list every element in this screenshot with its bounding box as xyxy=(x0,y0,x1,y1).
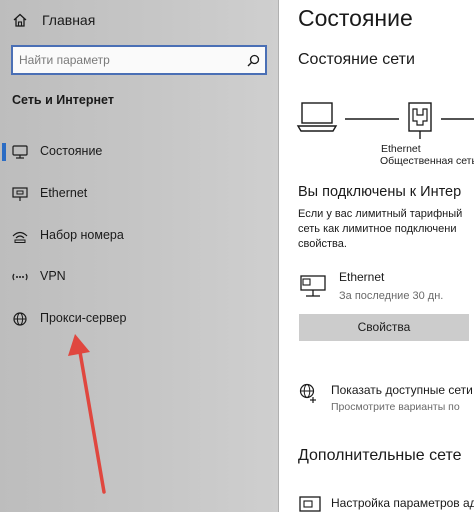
adapter-settings-link[interactable]: Настройка параметров ад xyxy=(331,496,474,510)
search-box xyxy=(11,45,267,75)
sidebar-item-label: Ethernet xyxy=(40,186,88,200)
home-link[interactable]: Главная xyxy=(12,10,95,30)
home-icon xyxy=(13,13,27,27)
network-diagram xyxy=(296,102,474,139)
sidebar-item-label: Состояние xyxy=(40,144,103,158)
page-title: Состояние xyxy=(298,5,413,31)
more-settings-title: Дополнительные сете xyxy=(298,447,462,464)
search-icon[interactable] xyxy=(241,47,265,73)
metered-line: Если у вас лимитный тарифный xyxy=(298,208,463,220)
show-networks-icon xyxy=(299,383,316,403)
connection-usage: За последние 30 дн. xyxy=(339,290,444,302)
connection-name: Ethernet xyxy=(339,270,385,284)
metered-line: сеть как лимитное подключени xyxy=(298,223,457,235)
sidebar-item-proxy[interactable]: Прокси-сервер xyxy=(0,304,278,334)
sidebar-item-label: Набор номера xyxy=(40,228,124,242)
laptop-icon xyxy=(296,102,338,132)
search-input[interactable] xyxy=(13,46,241,74)
show-networks-subtitle: Просмотрите варианты по xyxy=(331,401,460,413)
selected-indicator xyxy=(2,143,6,161)
ethernet-icon xyxy=(12,187,28,201)
network-status-icon xyxy=(12,145,28,159)
sidebar-item-status[interactable]: Состояние xyxy=(0,137,278,167)
sidebar-item-dial-up[interactable]: Набор номера xyxy=(0,221,278,251)
main-content: Состояние Состояние сети Ethernet Общест… xyxy=(279,0,474,512)
adapter-settings-icon xyxy=(299,496,321,512)
sidebar-item-label: Прокси-сервер xyxy=(40,311,127,325)
connected-title: Вы подключены к Интер xyxy=(298,184,462,200)
metered-line: свойства. xyxy=(298,238,347,250)
sidebar-item-ethernet[interactable]: Ethernet xyxy=(0,179,278,209)
annotation-arrow xyxy=(68,334,106,494)
diagram-adapter-label: Ethernet xyxy=(381,143,421,155)
home-label: Главная xyxy=(42,12,96,28)
diagram-network-type: Общественная сеть xyxy=(380,155,474,167)
sidebar-item-vpn[interactable]: VPN xyxy=(0,262,278,292)
show-networks-link[interactable]: Показать доступные сети xyxy=(331,383,473,397)
ethernet-connection-icon xyxy=(300,275,326,297)
dial-up-icon xyxy=(12,231,28,243)
properties-button[interactable]: Свойства xyxy=(299,314,469,341)
network-status-title: Состояние сети xyxy=(298,51,415,68)
vpn-icon xyxy=(12,273,28,281)
ethernet-port-icon xyxy=(408,102,432,139)
globe-icon xyxy=(13,312,27,326)
sidebar-item-label: VPN xyxy=(40,269,66,283)
sidebar: Главная Сеть и Интернет Состояние xyxy=(0,0,279,512)
section-title: Сеть и Интернет xyxy=(12,93,114,107)
settings-window: Главная Сеть и Интернет Состояние xyxy=(0,0,474,512)
metered-description: Если у вас лимитный тарифный сеть как ли… xyxy=(298,207,462,252)
